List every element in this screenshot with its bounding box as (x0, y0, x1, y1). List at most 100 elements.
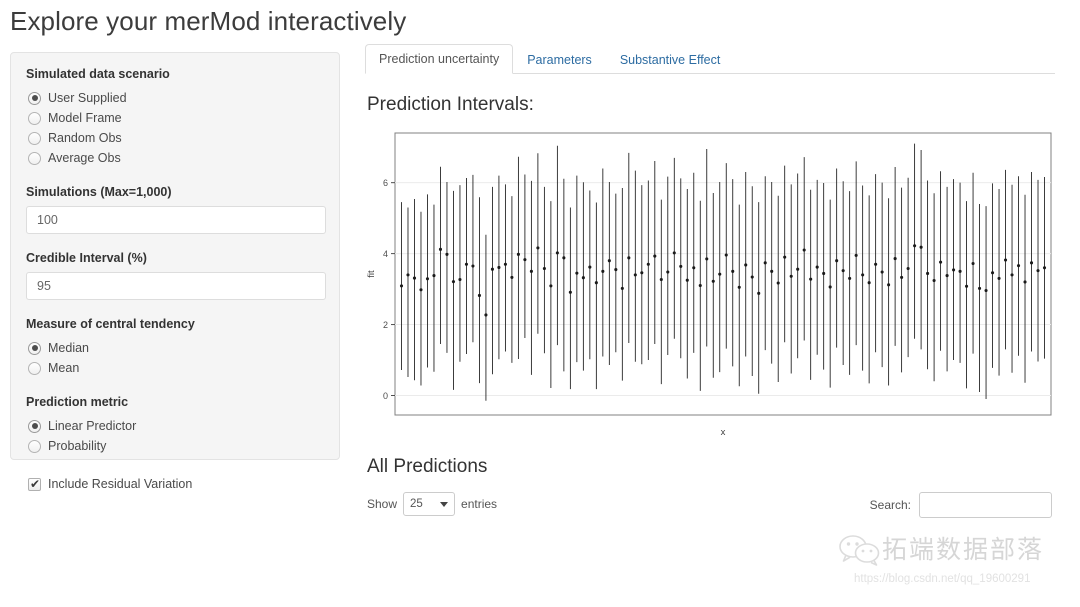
median-point (932, 279, 936, 283)
median-point (614, 268, 618, 272)
median-point (887, 283, 891, 287)
median-point (965, 284, 969, 288)
median-point (1042, 266, 1047, 270)
sidebar-panel: Simulated data scenario User Supplied Mo… (10, 52, 340, 491)
checkbox-icon-residual-variation[interactable]: ✔ (28, 476, 41, 491)
median-point (685, 278, 689, 282)
median-point (926, 271, 930, 276)
median-point (588, 265, 592, 269)
prediction-metric-label: Prediction metric (26, 395, 129, 409)
median-point (984, 288, 988, 293)
median-point (633, 273, 637, 277)
radio-model-frame[interactable]: Model Frame (28, 108, 324, 128)
x-axis-title: x (721, 427, 726, 438)
simulations-input[interactable] (26, 206, 326, 234)
median-point (1036, 269, 1040, 273)
radio-icon-linear-predictor[interactable] (28, 419, 41, 433)
credible-interval-label: Credible Interval (%) (26, 251, 147, 265)
plot-svg: 0 2 4 6 fit x (366, 132, 1052, 438)
page-length-select[interactable]: 25 (403, 492, 456, 516)
tab-parameters[interactable]: Parameters (513, 45, 606, 74)
median-point (471, 264, 475, 268)
median-point (711, 279, 715, 283)
check-glyph: ✔ (30, 476, 41, 491)
median-point (978, 286, 982, 290)
radio-random-obs[interactable]: Random Obs (28, 128, 324, 148)
credible-interval-input[interactable] (26, 272, 326, 300)
median-point (497, 265, 501, 269)
median-point (861, 273, 865, 277)
median-point (958, 269, 962, 273)
radio-icon-user-supplied[interactable] (28, 91, 41, 105)
radio-icon-average-obs[interactable] (28, 151, 41, 165)
radio-label-random-obs: Random Obs (48, 131, 122, 145)
radio-mean[interactable]: Mean (28, 358, 324, 378)
median-point (822, 271, 826, 276)
tab-prediction-uncertainty[interactable]: Prediction uncertainty (365, 44, 514, 74)
radio-linear-predictor[interactable]: Linear Predictor (28, 416, 324, 436)
tab-bar: Prediction uncertainty Parameters Substa… (365, 44, 1055, 74)
radio-user-supplied[interactable]: User Supplied (28, 88, 324, 108)
radio-label-mean: Mean (48, 361, 80, 375)
median-point (523, 258, 527, 262)
median-point (458, 277, 462, 282)
median-point (412, 276, 417, 280)
tab-substantive-effect[interactable]: Substantive Effect (606, 45, 735, 74)
median-point (913, 244, 917, 248)
median-point (568, 290, 572, 294)
median-point (939, 260, 943, 264)
prediction-metric-radio-group: Linear Predictor Probability (26, 416, 324, 456)
page-title: Explore your merMod interactively (10, 6, 407, 36)
search-control: Search: (870, 492, 1052, 518)
median-point (620, 286, 624, 290)
median-point (607, 259, 611, 263)
median-point (484, 313, 488, 317)
show-label: Show (367, 497, 398, 511)
radio-probability[interactable]: Probability (28, 436, 324, 456)
median-point (893, 257, 897, 261)
median-point (549, 284, 553, 288)
y-axis-title: fit (366, 270, 377, 278)
checkbox-include-residual-variation[interactable]: ✔ Include Residual Variation (28, 474, 324, 494)
median-point (516, 252, 520, 256)
median-point (867, 281, 871, 285)
radio-label-linear-predictor: Linear Predictor (48, 419, 137, 433)
radio-icon-model-frame[interactable] (28, 111, 41, 125)
median-point (997, 276, 1001, 280)
median-point (854, 253, 858, 257)
search-input[interactable] (919, 492, 1052, 518)
median-point (419, 288, 423, 292)
median-point (828, 285, 832, 289)
radio-label-model-frame: Model Frame (48, 111, 122, 125)
table-controls: Show 25 entries Search: (365, 492, 1055, 518)
central-tendency-label: Measure of central tendency (26, 317, 195, 331)
radio-median[interactable]: Median (28, 338, 324, 358)
median-point (490, 267, 494, 271)
median-point (672, 251, 676, 255)
main-panel: Prediction uncertainty Parameters Substa… (365, 44, 1055, 518)
radio-average-obs[interactable]: Average Obs (28, 148, 324, 168)
median-point (555, 251, 559, 255)
radio-icon-probability[interactable] (28, 439, 41, 453)
plot-title: Prediction Intervals: (367, 94, 534, 115)
median-point (399, 284, 404, 288)
median-point (880, 270, 884, 274)
median-point (692, 266, 696, 270)
radio-icon-mean[interactable] (28, 361, 41, 375)
median-point (757, 291, 761, 295)
median-point (744, 263, 748, 267)
median-point (646, 262, 650, 266)
median-point (971, 261, 975, 266)
median-point (464, 262, 468, 266)
y-tick-label: 0 (383, 391, 388, 401)
radio-icon-random-obs[interactable] (28, 131, 41, 145)
app-root: Explore your merMod interactively Simula… (0, 0, 1080, 607)
median-point (594, 281, 598, 285)
scenario-radio-group: User Supplied Model Frame Random Obs Ave… (26, 88, 324, 168)
median-point (750, 275, 754, 279)
y-tick-label: 2 (383, 320, 388, 330)
median-point (575, 271, 579, 275)
median-point (874, 262, 878, 266)
median-point (731, 269, 735, 273)
radio-icon-median[interactable] (28, 341, 41, 355)
